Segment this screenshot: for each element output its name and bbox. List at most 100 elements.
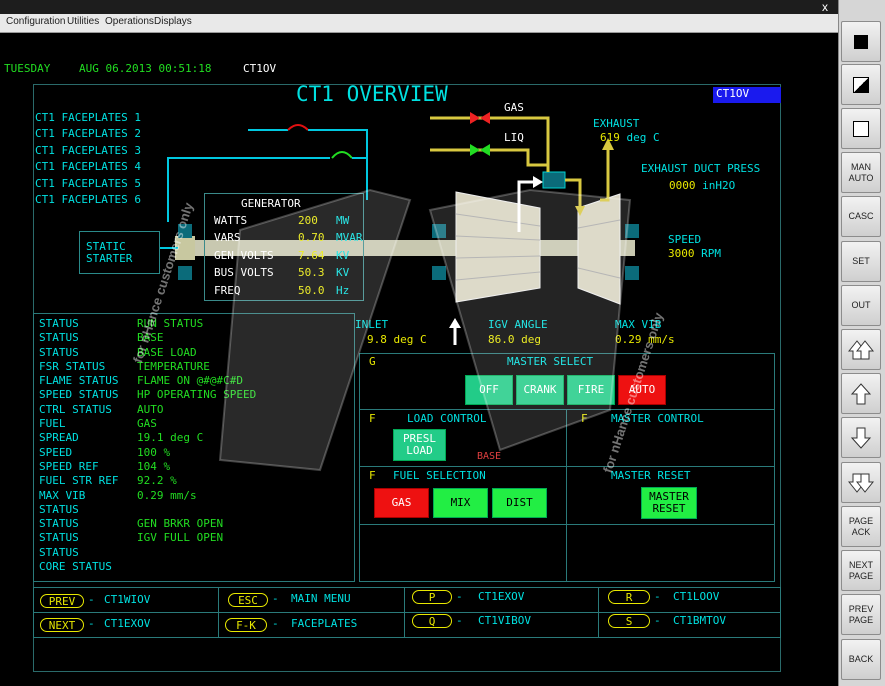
exhaust-label: EXHAUST bbox=[593, 117, 640, 130]
gas-fuel-button[interactable]: GAS bbox=[374, 488, 429, 518]
half-filled-square-icon bbox=[853, 76, 869, 93]
breaker-closed-icon bbox=[331, 151, 353, 159]
status-row: STATUS bbox=[39, 546, 349, 560]
status-label: STATUS bbox=[39, 345, 79, 359]
status-row: STATUS IGV FULL OPEN bbox=[39, 531, 349, 545]
status-value: 19.1 deg C bbox=[137, 431, 204, 445]
nav-target-prev[interactable]: CT1WIOV bbox=[104, 593, 150, 606]
out-button[interactable]: OUT bbox=[841, 285, 881, 326]
empty-square-icon bbox=[853, 120, 869, 137]
status-label: FUEL STR REF bbox=[39, 474, 119, 488]
nav-target-q[interactable]: CT1VIBOV bbox=[478, 614, 531, 627]
nav-target-esc[interactable]: MAIN MENU bbox=[291, 592, 351, 605]
static-starter-box[interactable]: STATIC STARTER bbox=[79, 231, 160, 274]
nav-target-next[interactable]: CT1EXOV bbox=[104, 617, 150, 630]
empty-square-button[interactable] bbox=[841, 108, 881, 149]
speed-reading: 3000 RPM bbox=[668, 247, 721, 260]
status-label: STATUS bbox=[39, 517, 79, 531]
status-label: STATUS bbox=[39, 502, 79, 516]
exhaust-duct-value: 0000 bbox=[669, 179, 696, 192]
status-label: CORE STATUS bbox=[39, 560, 112, 574]
prev-page-button[interactable]: PREV PAGE bbox=[841, 594, 881, 635]
status-label: STATUS bbox=[39, 545, 79, 559]
black-square-button[interactable] bbox=[841, 21, 881, 62]
r-key[interactable]: R bbox=[608, 590, 650, 604]
status-label: MAX VIB bbox=[39, 488, 86, 502]
status-value: IGV FULL OPEN bbox=[137, 531, 224, 545]
status-value: GEN BRKR OPEN bbox=[137, 517, 224, 531]
fast-lower-button[interactable] bbox=[841, 462, 881, 503]
page-ack-button[interactable]: PAGE ACK bbox=[841, 506, 881, 547]
nav-target-p[interactable]: CT1EXOV bbox=[478, 590, 524, 603]
fast-raise-button[interactable] bbox=[841, 329, 881, 370]
status-label: CTRL STATUS bbox=[39, 402, 112, 416]
status-label: SPEED bbox=[39, 445, 73, 459]
exhaust-reading: 619 deg C bbox=[600, 131, 660, 144]
exhaust-duct-unit: inH2O bbox=[702, 179, 736, 192]
divider bbox=[33, 612, 781, 613]
watermark-logo bbox=[218, 188, 632, 472]
mix-fuel-button[interactable]: MIX bbox=[433, 488, 488, 518]
status-label: STATUS bbox=[39, 331, 79, 345]
liq-valve-icon bbox=[470, 144, 480, 156]
back-button[interactable]: BACK bbox=[841, 639, 881, 680]
status-label: SPEED STATUS bbox=[39, 388, 119, 402]
status-row: MAX VIB 0.29 mm/s bbox=[39, 489, 349, 503]
double-up-arrow-icon bbox=[847, 339, 875, 359]
status-value: GAS bbox=[137, 417, 157, 431]
q-key[interactable]: Q bbox=[412, 614, 452, 628]
esc-key[interactable]: ESC bbox=[228, 593, 268, 607]
casc-button[interactable]: CASC bbox=[841, 196, 881, 237]
status-value: 92.2 % bbox=[137, 474, 177, 488]
man-auto-button[interactable]: MAN AUTO bbox=[841, 152, 881, 193]
divider bbox=[359, 524, 775, 525]
status-value: 104 % bbox=[137, 459, 171, 473]
status-label: FLAME STATUS bbox=[39, 374, 119, 388]
next-key[interactable]: NEXT bbox=[40, 618, 84, 632]
lower-button[interactable] bbox=[841, 417, 881, 458]
status-value: 0.29 mm/s bbox=[137, 488, 197, 502]
status-label: STATUS bbox=[39, 531, 79, 545]
prev-key[interactable]: PREV bbox=[40, 594, 84, 608]
nav-dash: - bbox=[456, 614, 463, 627]
nav-dash: - bbox=[88, 617, 95, 630]
status-row: STATUS bbox=[39, 503, 349, 517]
status-row: CORE STATUS bbox=[39, 560, 349, 574]
fk-key[interactable]: F-K bbox=[225, 618, 267, 632]
nav-dash: - bbox=[654, 590, 661, 603]
s-key[interactable]: S bbox=[608, 614, 650, 628]
nav-target-fk[interactable]: FACEPLATES bbox=[291, 617, 357, 630]
down-arrow-icon bbox=[850, 427, 872, 449]
liq-label: LIQ bbox=[504, 131, 524, 144]
status-value: AUTO bbox=[137, 402, 164, 416]
status-value: TEMPERATURE bbox=[137, 359, 210, 373]
status-label: SPREAD bbox=[39, 431, 79, 445]
speed-label: SPEED bbox=[668, 233, 702, 246]
nav-target-s[interactable]: CT1BMTOV bbox=[673, 614, 726, 627]
nav-dash: - bbox=[272, 592, 279, 605]
nav-dash: - bbox=[88, 593, 95, 606]
up-arrow-icon bbox=[850, 382, 872, 404]
exhaust-duct-reading: 0000 inH2O bbox=[669, 179, 735, 192]
status-label: FUEL bbox=[39, 417, 66, 431]
double-down-arrow-icon bbox=[847, 473, 875, 493]
raise-button[interactable] bbox=[841, 373, 881, 414]
set-button[interactable]: SET bbox=[841, 241, 881, 282]
nav-dash: - bbox=[456, 590, 463, 603]
p-key[interactable]: P bbox=[412, 590, 452, 604]
nav-target-r[interactable]: CT1LOOV bbox=[673, 590, 719, 603]
status-value: 100 % bbox=[137, 445, 171, 459]
next-page-button[interactable]: NEXT PAGE bbox=[841, 550, 881, 591]
filled-square-icon bbox=[854, 34, 868, 49]
gas-label: GAS bbox=[504, 101, 524, 114]
exhaust-value: 619 bbox=[600, 131, 620, 144]
half-square-button[interactable] bbox=[841, 64, 881, 105]
speed-unit: RPM bbox=[701, 247, 721, 260]
speed-value: 3000 bbox=[668, 247, 695, 260]
nav-dash: - bbox=[272, 617, 279, 630]
breaker-open-icon bbox=[287, 124, 309, 131]
status-row: STATUS GEN BRKR OPEN bbox=[39, 517, 349, 531]
status-label: SPEED REF bbox=[39, 459, 99, 473]
master-reset-button[interactable]: MASTER RESET bbox=[641, 487, 697, 519]
dist-fuel-button[interactable]: DIST bbox=[492, 488, 547, 518]
